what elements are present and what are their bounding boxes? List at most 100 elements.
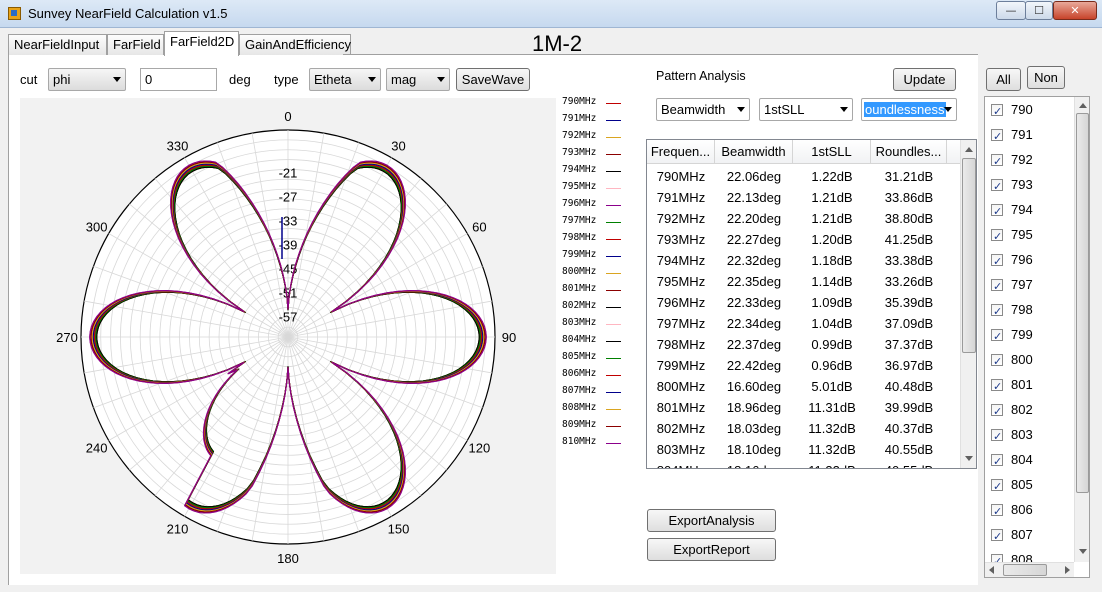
metric1-select[interactable]: Beamwidth	[656, 98, 750, 121]
tab-farfield2d[interactable]: FarField2D	[164, 31, 239, 56]
select-none-button[interactable]: Non	[1027, 66, 1065, 89]
table-row[interactable]: 800MHz 16.60deg 5.01dB 40.48dB	[647, 376, 960, 397]
table-cell: 33.38dB	[884, 253, 934, 268]
scroll-up-icon[interactable]	[965, 147, 973, 152]
checkbox[interactable]	[991, 327, 1003, 347]
save-wave-button[interactable]: SaveWave	[456, 68, 530, 91]
checkbox[interactable]	[991, 377, 1003, 397]
checkbox[interactable]	[991, 352, 1003, 372]
checkbox[interactable]	[991, 152, 1003, 172]
chevron-down-icon	[368, 77, 376, 82]
table-row[interactable]: 803MHz 18.10deg 11.32dB 40.55dB	[647, 439, 960, 460]
frequency-checkbox-item[interactable]: 791	[989, 125, 1059, 147]
checkbox[interactable]	[991, 502, 1003, 522]
frequency-checkbox-item[interactable]: 804	[989, 450, 1059, 472]
export-report-button[interactable]: ExportReport	[647, 538, 776, 561]
table-row[interactable]: 795MHz 22.35deg 1.14dB 33.26dB	[647, 271, 960, 292]
tab-farfield[interactable]: FarField	[107, 34, 164, 55]
frequency-checkbox-item[interactable]: 798	[989, 300, 1059, 322]
table-cell: 22.27deg	[726, 232, 782, 247]
checkbox[interactable]	[991, 302, 1003, 322]
checkbox[interactable]	[991, 202, 1003, 222]
checklist-scroll-thumb[interactable]	[1076, 113, 1089, 493]
type-select[interactable]: Etheta	[309, 68, 381, 91]
table-row[interactable]: 804MHz18.16deg11.32dB40.55dB	[647, 460, 960, 468]
table-cell: 1.04dB	[811, 316, 853, 331]
mode-select[interactable]: mag	[386, 68, 450, 91]
radial-tick-label: -57	[279, 310, 298, 325]
frequency-checkbox-item[interactable]: 792	[989, 150, 1059, 172]
close-button[interactable]: ✕	[1053, 1, 1097, 20]
table-row[interactable]: 801MHz 18.96deg 11.31dB 39.99dB	[647, 397, 960, 418]
checkbox[interactable]	[991, 177, 1003, 197]
tab-nearfieldinput[interactable]: NearFieldInput	[8, 34, 107, 55]
table-row[interactable]: 794MHz 22.32deg 1.18dB 33.38dB	[647, 250, 960, 271]
checkbox[interactable]	[991, 527, 1003, 547]
maximize-button[interactable]: ☐	[1025, 1, 1053, 20]
export-analysis-button[interactable]: ExportAnalysis	[647, 509, 776, 532]
table-row[interactable]: 796MHz 22.33deg 1.09dB 35.39dB	[647, 292, 960, 313]
column-header-roundlessness[interactable]: Roundles...	[871, 140, 947, 164]
analysis-table[interactable]: Frequen... Beamwidth 1stSLL Roundles... …	[646, 139, 977, 469]
table-cell: 11.32dB	[793, 460, 871, 468]
frequency-checkbox-item[interactable]: 797	[989, 275, 1059, 297]
frequency-checkbox-item[interactable]: 806	[989, 500, 1059, 522]
frequency-checkbox-item[interactable]: 795	[989, 225, 1059, 247]
metric2-select[interactable]: 1stSLL	[759, 98, 853, 121]
checkbox[interactable]	[991, 427, 1003, 447]
frequency-checkbox-item[interactable]: 790	[989, 100, 1059, 122]
scroll-down-icon[interactable]	[965, 456, 973, 461]
table-row[interactable]: 793MHz 22.27deg 1.20dB 41.25dB	[647, 229, 960, 250]
table-row[interactable]: 792MHz 22.20deg 1.21dB 38.80dB	[647, 208, 960, 229]
column-header-beamwidth[interactable]: Beamwidth	[715, 140, 793, 164]
scroll-left-icon[interactable]	[989, 566, 994, 574]
checkbox[interactable]	[991, 127, 1003, 147]
angular-tick-label: 330	[167, 139, 189, 154]
metric3-select[interactable]: oundlessness	[861, 98, 957, 121]
frequency-checkbox-item[interactable]: 794	[989, 200, 1059, 222]
frequency-checkbox-item[interactable]: 800	[989, 350, 1059, 372]
table-row[interactable]: 799MHz 22.42deg 0.96dB 36.97dB	[647, 355, 960, 376]
frequency-checkbox-item[interactable]: 793	[989, 175, 1059, 197]
frequency-checkbox-item[interactable]: 805	[989, 475, 1059, 497]
frequency-checkbox-item[interactable]: 803	[989, 425, 1059, 447]
cut-select[interactable]: phi	[48, 68, 126, 91]
scroll-down-icon[interactable]	[1079, 549, 1087, 554]
checkbox[interactable]	[991, 477, 1003, 497]
scroll-up-icon[interactable]	[1079, 103, 1087, 108]
select-all-button[interactable]: All	[986, 68, 1021, 91]
minimize-button[interactable]: —	[996, 1, 1026, 20]
checkbox[interactable]	[991, 402, 1003, 422]
frequency-checkbox-item[interactable]: 799	[989, 325, 1059, 347]
table-row[interactable]: 798MHz 22.37deg 0.99dB 37.37dB	[647, 334, 960, 355]
scroll-right-icon[interactable]	[1065, 566, 1070, 574]
tab-gainandefficiency[interactable]: GainAndEfficiency	[239, 34, 351, 55]
frequency-checkbox-item[interactable]: 802	[989, 400, 1059, 422]
column-header-sll[interactable]: 1stSLL	[793, 140, 871, 164]
checklist-vscrollbar[interactable]	[1074, 97, 1089, 562]
column-header-frequency[interactable]: Frequen...	[647, 140, 715, 164]
update-button[interactable]: Update	[893, 68, 956, 91]
table-scrollbar[interactable]	[960, 140, 976, 468]
checkbox[interactable]	[991, 102, 1003, 122]
legend-entry: 805MHz	[562, 351, 626, 368]
table-cell: 799MHz	[656, 358, 706, 373]
checkbox[interactable]	[991, 227, 1003, 247]
table-row[interactable]: 791MHz 22.13deg 1.21dB 33.86dB	[647, 187, 960, 208]
angle-input[interactable]: 0	[140, 68, 217, 91]
deg-label: deg	[229, 72, 251, 87]
checkbox[interactable]	[991, 277, 1003, 297]
frequency-checkbox-item[interactable]: 801	[989, 375, 1059, 397]
checkbox[interactable]	[991, 252, 1003, 272]
table-row[interactable]: 790MHz 22.06deg 1.22dB 31.21dB	[647, 166, 960, 187]
table-row[interactable]: 797MHz 22.34deg 1.04dB 37.09dB	[647, 313, 960, 334]
checklist-hscroll-thumb[interactable]	[1003, 564, 1047, 576]
frequency-checklist[interactable]: 790 791 792 793 794 795 796 797 798 799 800 801 802 8…	[984, 96, 1090, 578]
table-row[interactable]: 802MHz 18.03deg 11.32dB 40.37dB	[647, 418, 960, 439]
frequency-checkbox-item[interactable]: 807	[989, 525, 1059, 547]
checkbox[interactable]	[991, 452, 1003, 472]
legend-entry: 790MHz	[562, 96, 626, 113]
frequency-checkbox-item[interactable]: 796	[989, 250, 1059, 272]
table-scroll-thumb[interactable]	[962, 158, 976, 353]
checklist-hscrollbar[interactable]	[985, 562, 1074, 577]
